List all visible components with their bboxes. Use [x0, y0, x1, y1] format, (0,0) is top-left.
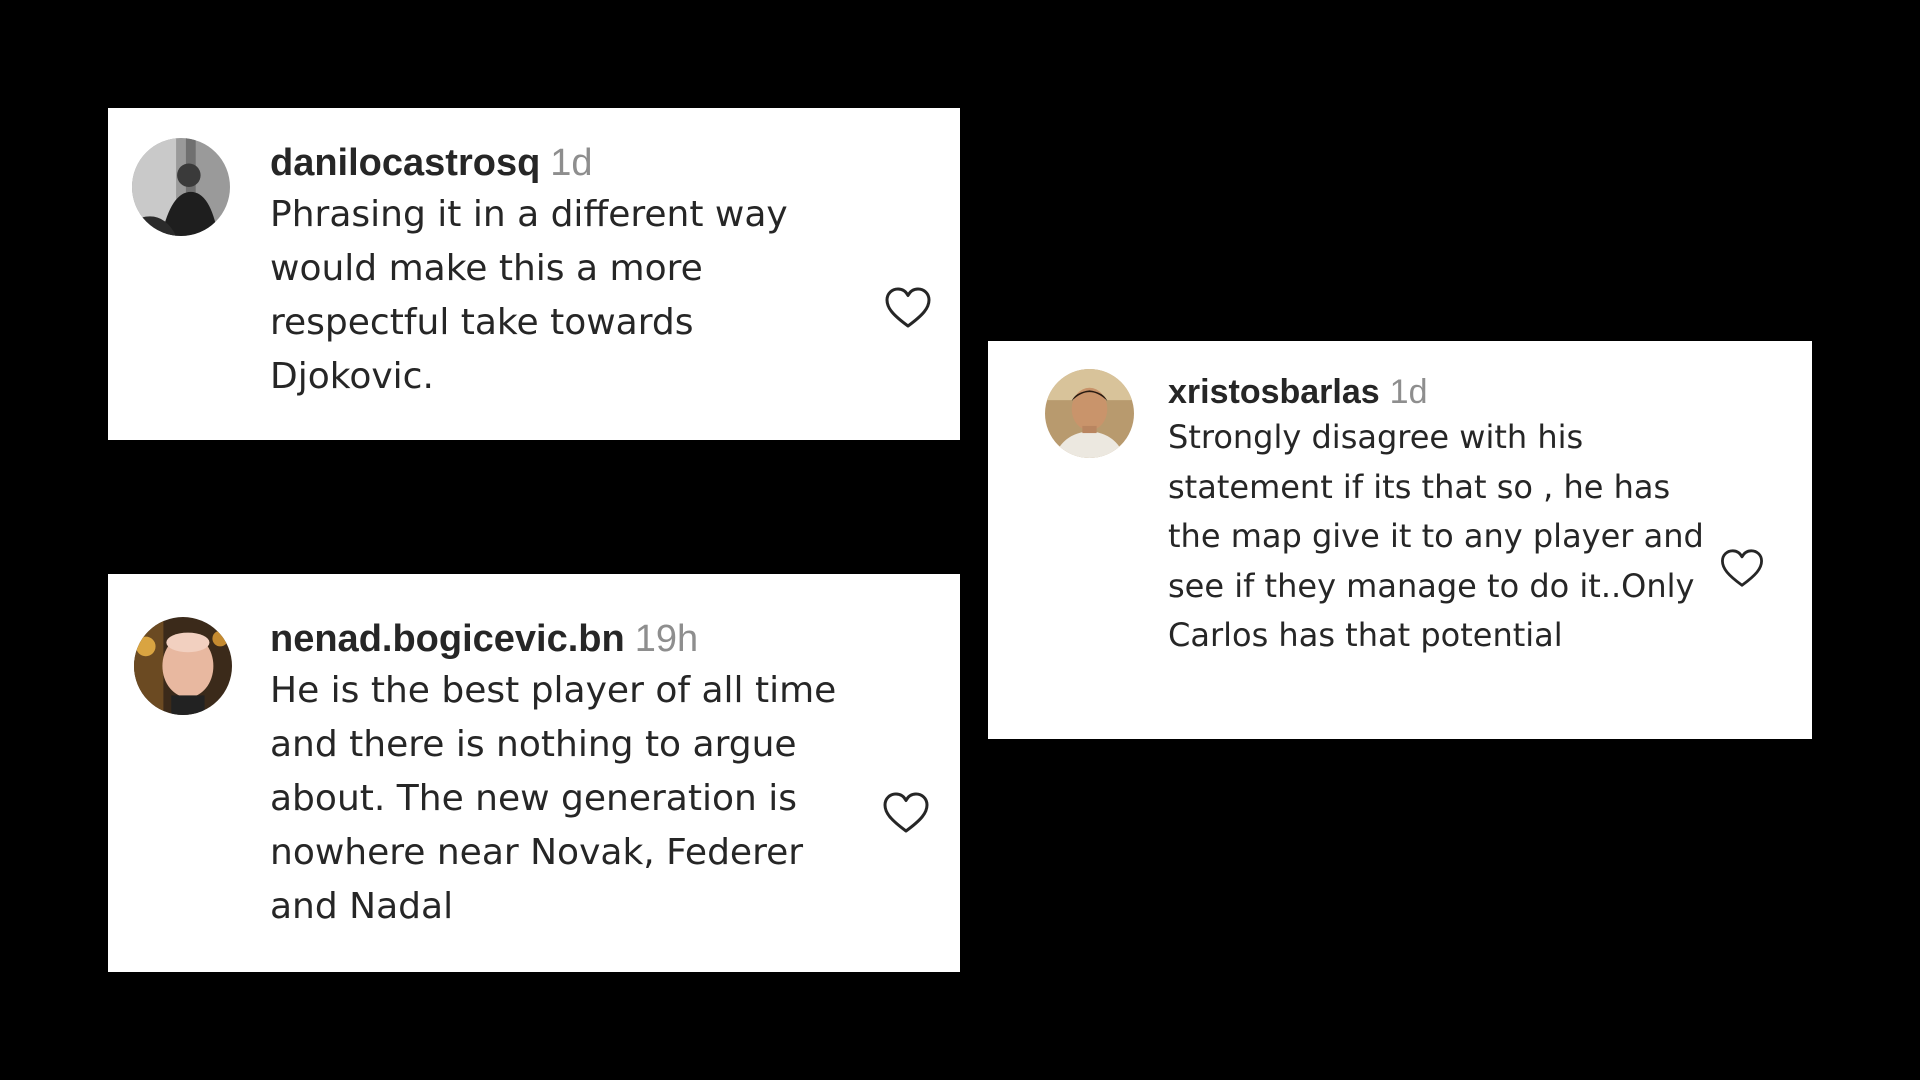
comment-header: danilocastrosq 1d: [270, 140, 830, 186]
comment-header: xristosbarlas 1d: [1168, 371, 1728, 413]
comment-text: He is the best player of all time and th…: [270, 670, 837, 927]
avatar[interactable]: [134, 617, 232, 715]
avatar-image: [132, 138, 230, 236]
like-button[interactable]: [1719, 548, 1765, 589]
comment-body: danilocastrosq 1d Phrasing it in a differ…: [270, 140, 830, 404]
avatar-image: [134, 617, 232, 715]
comment-text: Strongly disagree with his statement if …: [1168, 418, 1704, 655]
username-link[interactable]: nenad.bogicevic.bn: [270, 618, 625, 660]
avatar[interactable]: [132, 138, 230, 236]
username-link[interactable]: danilocastrosq: [270, 142, 540, 184]
comment-text: Phrasing it in a different way would mak…: [270, 194, 788, 397]
timestamp[interactable]: 1d: [550, 142, 592, 184]
username-link[interactable]: xristosbarlas: [1168, 373, 1380, 411]
comment-card: danilocastrosq 1d Phrasing it in a differ…: [108, 108, 960, 440]
comment-header: nenad.bogicevic.bn 19h: [270, 616, 850, 662]
timestamp[interactable]: 1d: [1390, 373, 1428, 411]
like-button[interactable]: [883, 286, 933, 330]
screenshot-canvas: danilocastrosq 1d Phrasing it in a differ…: [0, 0, 1920, 1080]
comment-body: xristosbarlas 1d Strongly disagree with h…: [1168, 371, 1728, 661]
timestamp[interactable]: 19h: [635, 618, 698, 660]
heart-outline-icon: [1721, 549, 1763, 587]
heart-outline-icon: [883, 792, 929, 833]
comment-card: xristosbarlas 1d Strongly disagree with h…: [988, 341, 1812, 739]
avatar-image: [1045, 369, 1134, 458]
avatar[interactable]: [1045, 369, 1134, 458]
like-button[interactable]: [881, 791, 931, 835]
comment-card: nenad.bogicevic.bn 19h He is the best pla…: [108, 574, 960, 972]
comment-body: nenad.bogicevic.bn 19h He is the best pla…: [270, 616, 850, 934]
heart-outline-icon: [885, 287, 931, 328]
